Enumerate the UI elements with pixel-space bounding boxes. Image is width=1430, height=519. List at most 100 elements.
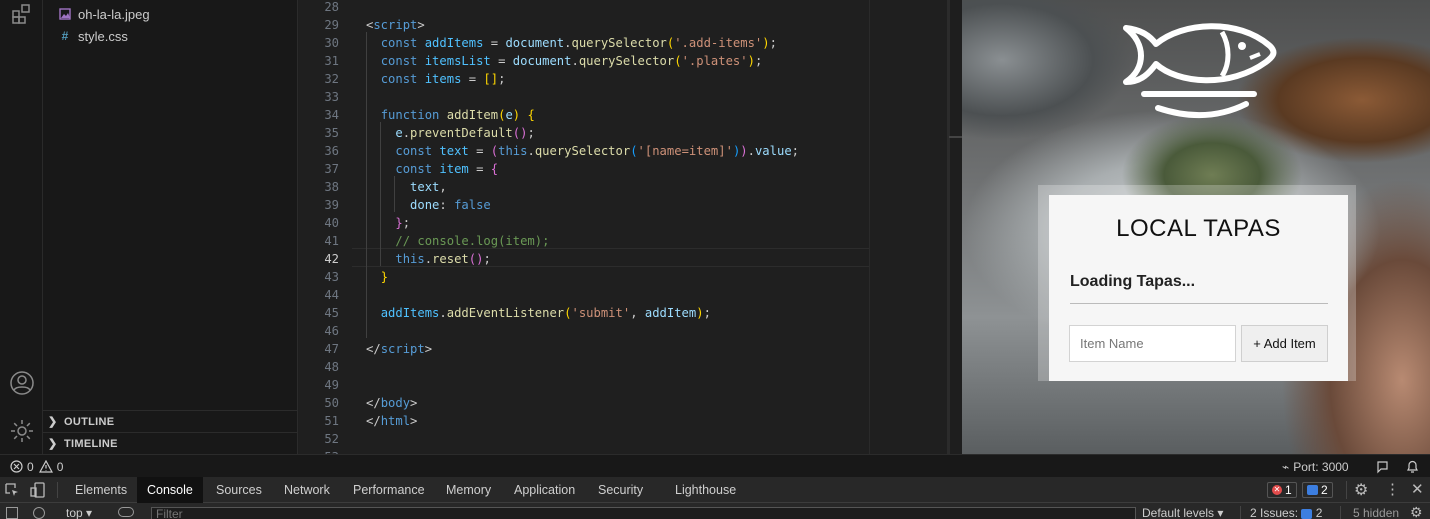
- code-text: addItems.addEventListener('submit', addI…: [380, 306, 711, 320]
- code-line[interactable]: 51 </html>: [299, 412, 949, 430]
- divider: [1070, 303, 1328, 304]
- code-line[interactable]: 48: [299, 358, 949, 376]
- code-line[interactable]: 35 e.preventDefault();: [299, 124, 949, 142]
- chevron-right-icon: ❯: [48, 438, 58, 450]
- code-editor[interactable]: 28 29 <script> 30 const addItems = document…: [299, 0, 949, 454]
- timeline-section[interactable]: ❯ TIMELINE: [43, 432, 298, 454]
- code-text: const addItems = document.querySelector(…: [380, 36, 777, 50]
- more-options-icon[interactable]: ⋮: [1385, 480, 1400, 498]
- inspect-icon[interactable]: [4, 482, 20, 501]
- device-toggle-icon[interactable]: [30, 482, 46, 501]
- live-server-port[interactable]: ⌁ Port: 3000: [1282, 455, 1349, 478]
- image-file-icon: [58, 7, 72, 21]
- extensions-icon[interactable]: [0, 2, 43, 26]
- divider-handle[interactable]: [949, 136, 962, 138]
- code-text: const items = [];: [380, 72, 506, 86]
- message-icon: [1307, 485, 1318, 495]
- code-line[interactable]: 31 const itemsList = document.querySelec…: [299, 52, 949, 70]
- code-text: function addItem(e) {: [380, 108, 535, 122]
- bell-icon[interactable]: [1406, 455, 1419, 478]
- tab-elements[interactable]: Elements: [65, 477, 137, 503]
- problems-indicator[interactable]: 0 0: [10, 455, 63, 478]
- line-number: 43: [324, 270, 339, 284]
- issues-button[interactable]: 2 Issues: 2: [1250, 506, 1322, 519]
- code-line[interactable]: 45 addItems.addEventListener('submit', a…: [299, 304, 949, 322]
- broadcast-icon: ⌁: [1282, 459, 1290, 474]
- eye-icon[interactable]: [118, 507, 134, 517]
- outline-section[interactable]: ❯ OUTLINE: [43, 410, 298, 432]
- console-toolbar: top ▾ Default levels ▾ 2 Issues: 2 5 hid…: [0, 504, 1430, 519]
- console-settings-icon[interactable]: ⚙: [1410, 504, 1423, 519]
- activity-bar: [0, 0, 43, 454]
- line-number: 42: [324, 252, 339, 266]
- devtools-tabs: Elements Console Sources Network Performance…: [0, 477, 1430, 503]
- code-line[interactable]: 42 this.reset();: [299, 250, 949, 268]
- error-icon: [10, 460, 23, 473]
- css-file-icon: #: [61, 29, 69, 43]
- message-badge[interactable]: 2: [1302, 482, 1333, 498]
- code-text: // console.log(item);: [395, 234, 550, 248]
- account-icon[interactable]: [0, 370, 43, 396]
- code-line[interactable]: 41 // console.log(item);: [299, 232, 949, 250]
- line-number: 28: [324, 0, 339, 14]
- message-icon: [1301, 508, 1313, 519]
- code-line[interactable]: 46: [299, 322, 949, 340]
- split-divider[interactable]: [949, 0, 962, 454]
- add-item-button[interactable]: + Add Item: [1241, 325, 1328, 362]
- item-name-input[interactable]: [1069, 325, 1236, 362]
- code-line[interactable]: 33: [299, 88, 949, 106]
- gear-icon[interactable]: [0, 418, 43, 444]
- toolbar-separator: [1340, 506, 1341, 519]
- line-number: 52: [324, 432, 339, 446]
- code-line[interactable]: 29 <script>: [299, 16, 949, 34]
- code-line[interactable]: 40 };: [299, 214, 949, 232]
- message-badge-count: 2: [1321, 483, 1328, 497]
- file-item-image[interactable]: oh-la-la.jpeg: [43, 3, 298, 25]
- line-number: 35: [324, 126, 339, 140]
- file-name: oh-la-la.jpeg: [78, 6, 150, 22]
- log-levels-dropdown[interactable]: Default levels ▾: [1142, 506, 1223, 519]
- issues-count: 2: [1315, 506, 1323, 519]
- tab-security[interactable]: Security: [588, 477, 653, 503]
- status-bar: 0 0 ⌁ Port: 3000: [0, 454, 1430, 477]
- clear-console-icon[interactable]: [33, 507, 45, 519]
- code-line[interactable]: 37 const item = {: [299, 160, 949, 178]
- tab-console[interactable]: Console: [137, 477, 203, 503]
- code-line[interactable]: 28: [299, 0, 949, 16]
- line-number: 49: [324, 378, 339, 392]
- line-number: 51: [324, 414, 339, 428]
- line-number: 34: [324, 108, 339, 122]
- close-icon[interactable]: ✕: [1411, 480, 1424, 498]
- line-number: 44: [324, 288, 339, 302]
- tab-memory[interactable]: Memory: [436, 477, 501, 503]
- devtools-panel: Elements Console Sources Network Performance…: [0, 477, 1430, 519]
- code-line[interactable]: 39 done: false: [299, 196, 949, 214]
- code-line[interactable]: 34 function addItem(e) {: [299, 106, 949, 124]
- error-badge[interactable]: ✕ 1: [1267, 482, 1297, 498]
- code-line[interactable]: 47 </script>: [299, 340, 949, 358]
- context-selector[interactable]: top ▾: [66, 506, 92, 519]
- sidebar-toggle-icon[interactable]: [6, 507, 18, 519]
- code-line[interactable]: 49: [299, 376, 949, 394]
- code-text: done: false: [410, 198, 491, 212]
- tab-performance[interactable]: Performance: [343, 477, 435, 503]
- code-line[interactable]: 50 </body>: [299, 394, 949, 412]
- filter-input[interactable]: [151, 507, 1136, 519]
- code-line[interactable]: 38 text,: [299, 178, 949, 196]
- tab-application[interactable]: Application: [504, 477, 585, 503]
- line-number: 45: [324, 306, 339, 320]
- page-title: LOCAL TAPAS: [1116, 215, 1281, 242]
- tab-sources[interactable]: Sources: [206, 477, 272, 503]
- code-line[interactable]: 44: [299, 286, 949, 304]
- code-line[interactable]: 30 const addItems = document.querySelect…: [299, 34, 949, 52]
- code-line[interactable]: 36 const text = (this.querySelector('[na…: [299, 142, 949, 160]
- tab-lighthouse[interactable]: Lighthouse: [665, 477, 746, 503]
- code-line[interactable]: 43 }: [299, 268, 949, 286]
- code-line[interactable]: 32 const items = [];: [299, 70, 949, 88]
- gear-icon[interactable]: ⚙: [1354, 480, 1368, 500]
- file-item-css[interactable]: # style.css: [43, 25, 298, 47]
- tab-network[interactable]: Network: [274, 477, 340, 503]
- feedback-icon[interactable]: [1376, 455, 1390, 478]
- code-line[interactable]: 52: [299, 430, 949, 448]
- toolbar-separator: [1346, 481, 1347, 499]
